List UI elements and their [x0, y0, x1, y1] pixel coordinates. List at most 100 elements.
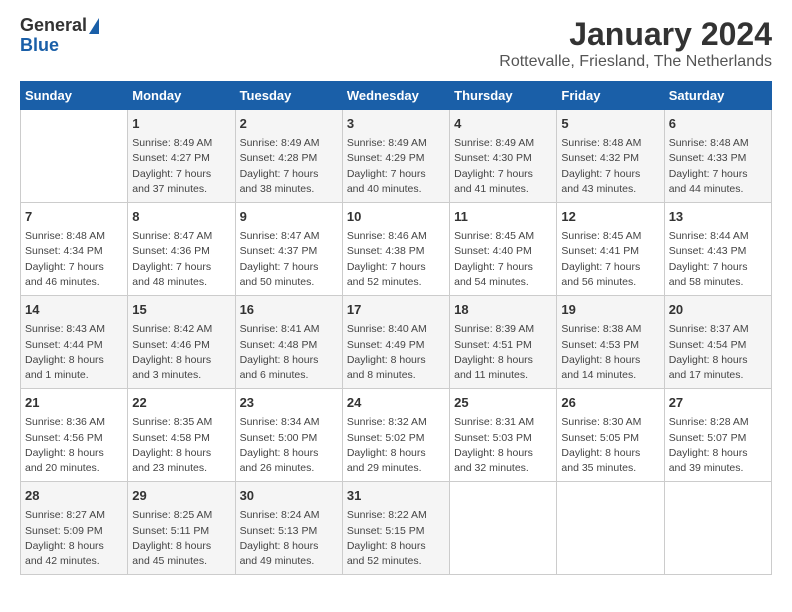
- calendar-cell: 6 Sunrise: 8:48 AM Sunset: 4:33 PM Daylig…: [664, 110, 771, 203]
- header-tuesday: Tuesday: [235, 82, 342, 110]
- calendar-cell: [21, 110, 128, 203]
- day-info: Sunrise: 8:43 AM Sunset: 4:44 PM Dayligh…: [25, 322, 123, 383]
- calendar-cell: 25 Sunrise: 8:31 AM Sunset: 5:03 PM Dayli…: [450, 389, 557, 482]
- day-info: Sunrise: 8:34 AM Sunset: 5:00 PM Dayligh…: [240, 415, 338, 476]
- day-number: 30: [240, 487, 338, 505]
- calendar-cell: 9 Sunrise: 8:47 AM Sunset: 4:37 PM Daylig…: [235, 203, 342, 296]
- day-info: Sunrise: 8:37 AM Sunset: 4:54 PM Dayligh…: [669, 322, 767, 383]
- day-info: Sunrise: 8:41 AM Sunset: 4:48 PM Dayligh…: [240, 322, 338, 383]
- calendar-cell: 21 Sunrise: 8:36 AM Sunset: 4:56 PM Dayli…: [21, 389, 128, 482]
- day-number: 17: [347, 301, 445, 319]
- day-info: Sunrise: 8:44 AM Sunset: 4:43 PM Dayligh…: [669, 229, 767, 290]
- calendar-cell: 22 Sunrise: 8:35 AM Sunset: 4:58 PM Dayli…: [128, 389, 235, 482]
- day-info: Sunrise: 8:49 AM Sunset: 4:27 PM Dayligh…: [132, 136, 230, 197]
- day-info: Sunrise: 8:48 AM Sunset: 4:33 PM Dayligh…: [669, 136, 767, 197]
- calendar-cell: 3 Sunrise: 8:49 AM Sunset: 4:29 PM Daylig…: [342, 110, 449, 203]
- logo-general: General: [20, 16, 99, 36]
- calendar-cell: 2 Sunrise: 8:49 AM Sunset: 4:28 PM Daylig…: [235, 110, 342, 203]
- calendar-cell: 8 Sunrise: 8:47 AM Sunset: 4:36 PM Daylig…: [128, 203, 235, 296]
- day-info: Sunrise: 8:45 AM Sunset: 4:41 PM Dayligh…: [561, 229, 659, 290]
- logo: General Blue: [20, 16, 99, 56]
- calendar-cell: [557, 482, 664, 575]
- calendar-cell: 5Sunrise: 8:48 AM Sunset: 4:32 PM Daylig…: [557, 110, 664, 203]
- calendar-cell: 24 Sunrise: 8:32 AM Sunset: 5:02 PM Dayli…: [342, 389, 449, 482]
- calendar-cell: 23 Sunrise: 8:34 AM Sunset: 5:00 PM Dayli…: [235, 389, 342, 482]
- day-number: 6: [669, 115, 767, 133]
- logo-blue: Blue: [20, 36, 59, 56]
- day-info: Sunrise: 8:48 AM Sunset: 4:34 PM Dayligh…: [25, 229, 123, 290]
- calendar-cell: 30Sunrise: 8:24 AM Sunset: 5:13 PM Dayli…: [235, 482, 342, 575]
- header-friday: Friday: [557, 82, 664, 110]
- calendar-cell: 11Sunrise: 8:45 AM Sunset: 4:40 PM Dayli…: [450, 203, 557, 296]
- day-number: 25: [454, 394, 552, 412]
- day-number: 24: [347, 394, 445, 412]
- calendar-cell: 18 Sunrise: 8:39 AM Sunset: 4:51 PM Dayli…: [450, 296, 557, 389]
- week-row-5: 28 Sunrise: 8:27 AM Sunset: 5:09 PM Dayli…: [21, 482, 772, 575]
- day-number: 10: [347, 208, 445, 226]
- calendar-cell: 13 Sunrise: 8:44 AM Sunset: 4:43 PM Dayli…: [664, 203, 771, 296]
- day-number: 1: [132, 115, 230, 133]
- day-number: 9: [240, 208, 338, 226]
- calendar-table: SundayMondayTuesdayWednesdayThursdayFrid…: [20, 81, 772, 575]
- day-info: Sunrise: 8:48 AM Sunset: 4:32 PM Dayligh…: [561, 136, 659, 197]
- day-info: Sunrise: 8:47 AM Sunset: 4:36 PM Dayligh…: [132, 229, 230, 290]
- day-info: Sunrise: 8:40 AM Sunset: 4:49 PM Dayligh…: [347, 322, 445, 383]
- calendar-cell: 10Sunrise: 8:46 AM Sunset: 4:38 PM Dayli…: [342, 203, 449, 296]
- day-number: 15: [132, 301, 230, 319]
- calendar-cell: 28 Sunrise: 8:27 AM Sunset: 5:09 PM Dayli…: [21, 482, 128, 575]
- day-number: 22: [132, 394, 230, 412]
- day-info: Sunrise: 8:35 AM Sunset: 4:58 PM Dayligh…: [132, 415, 230, 476]
- calendar-cell: 16Sunrise: 8:41 AM Sunset: 4:48 PM Dayli…: [235, 296, 342, 389]
- week-row-4: 21 Sunrise: 8:36 AM Sunset: 4:56 PM Dayli…: [21, 389, 772, 482]
- logo-icon: [89, 18, 99, 34]
- day-number: 21: [25, 394, 123, 412]
- day-info: Sunrise: 8:42 AM Sunset: 4:46 PM Dayligh…: [132, 322, 230, 383]
- day-number: 31: [347, 487, 445, 505]
- calendar-cell: 1 Sunrise: 8:49 AM Sunset: 4:27 PM Daylig…: [128, 110, 235, 203]
- day-number: 20: [669, 301, 767, 319]
- day-number: 19: [561, 301, 659, 319]
- day-info: Sunrise: 8:39 AM Sunset: 4:51 PM Dayligh…: [454, 322, 552, 383]
- calendar-cell: 19Sunrise: 8:38 AM Sunset: 4:53 PM Dayli…: [557, 296, 664, 389]
- title-area: January 2024 Rottevalle, Friesland, The …: [499, 16, 772, 71]
- day-info: Sunrise: 8:30 AM Sunset: 5:05 PM Dayligh…: [561, 415, 659, 476]
- day-number: 28: [25, 487, 123, 505]
- day-info: Sunrise: 8:25 AM Sunset: 5:11 PM Dayligh…: [132, 508, 230, 569]
- day-info: Sunrise: 8:27 AM Sunset: 5:09 PM Dayligh…: [25, 508, 123, 569]
- day-number: 23: [240, 394, 338, 412]
- day-info: Sunrise: 8:31 AM Sunset: 5:03 PM Dayligh…: [454, 415, 552, 476]
- header-monday: Monday: [128, 82, 235, 110]
- calendar-cell: 15 Sunrise: 8:42 AM Sunset: 4:46 PM Dayli…: [128, 296, 235, 389]
- day-number: 3: [347, 115, 445, 133]
- calendar-cell: [664, 482, 771, 575]
- calendar-cell: 12 Sunrise: 8:45 AM Sunset: 4:41 PM Dayli…: [557, 203, 664, 296]
- day-number: 11: [454, 208, 552, 226]
- header-wednesday: Wednesday: [342, 82, 449, 110]
- day-number: 18: [454, 301, 552, 319]
- day-number: 13: [669, 208, 767, 226]
- calendar-cell: 4Sunrise: 8:49 AM Sunset: 4:30 PM Daylig…: [450, 110, 557, 203]
- day-number: 8: [132, 208, 230, 226]
- day-info: Sunrise: 8:49 AM Sunset: 4:28 PM Dayligh…: [240, 136, 338, 197]
- day-number: 2: [240, 115, 338, 133]
- calendar-cell: 26Sunrise: 8:30 AM Sunset: 5:05 PM Dayli…: [557, 389, 664, 482]
- day-info: Sunrise: 8:49 AM Sunset: 4:29 PM Dayligh…: [347, 136, 445, 197]
- day-number: 4: [454, 115, 552, 133]
- location: Rottevalle, Friesland, The Netherlands: [499, 53, 772, 71]
- day-info: Sunrise: 8:22 AM Sunset: 5:15 PM Dayligh…: [347, 508, 445, 569]
- week-row-2: 7 Sunrise: 8:48 AM Sunset: 4:34 PM Daylig…: [21, 203, 772, 296]
- calendar-cell: 14Sunrise: 8:43 AM Sunset: 4:44 PM Dayli…: [21, 296, 128, 389]
- header-thursday: Thursday: [450, 82, 557, 110]
- day-info: Sunrise: 8:36 AM Sunset: 4:56 PM Dayligh…: [25, 415, 123, 476]
- week-row-3: 14Sunrise: 8:43 AM Sunset: 4:44 PM Dayli…: [21, 296, 772, 389]
- day-info: Sunrise: 8:47 AM Sunset: 4:37 PM Dayligh…: [240, 229, 338, 290]
- day-number: 12: [561, 208, 659, 226]
- calendar-cell: 27Sunrise: 8:28 AM Sunset: 5:07 PM Dayli…: [664, 389, 771, 482]
- page-header: General Blue January 2024 Rottevalle, Fr…: [20, 16, 772, 71]
- week-row-1: 1 Sunrise: 8:49 AM Sunset: 4:27 PM Daylig…: [21, 110, 772, 203]
- day-info: Sunrise: 8:32 AM Sunset: 5:02 PM Dayligh…: [347, 415, 445, 476]
- day-number: 29: [132, 487, 230, 505]
- day-number: 7: [25, 208, 123, 226]
- calendar-cell: 7 Sunrise: 8:48 AM Sunset: 4:34 PM Daylig…: [21, 203, 128, 296]
- calendar-cell: [450, 482, 557, 575]
